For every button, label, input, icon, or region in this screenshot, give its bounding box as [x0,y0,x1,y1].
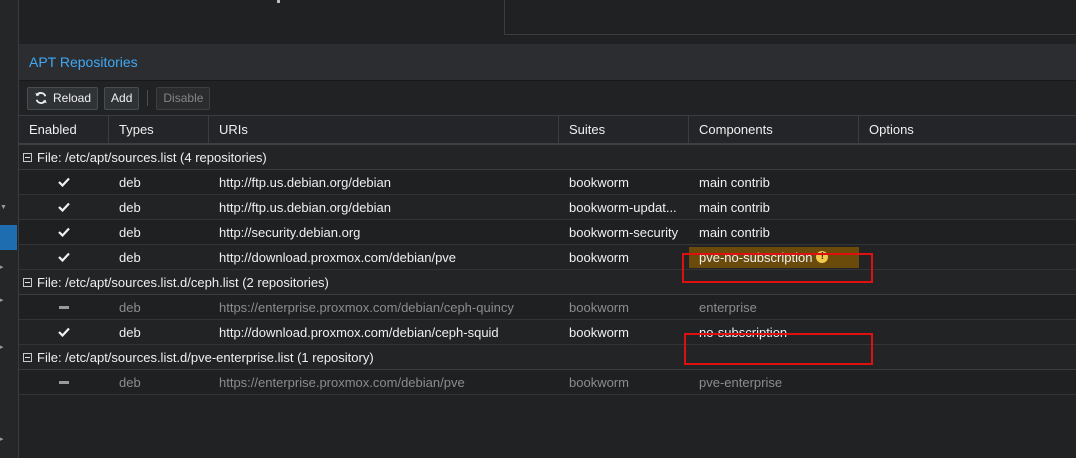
components-warning: pve-no-subscription! [689,246,859,268]
grid-body: File: /etc/apt/sources.list (4 repositor… [19,145,1076,395]
group-header[interactable]: File: /etc/apt/sources.list.d/ceph.list … [19,270,1076,295]
cell-enabled[interactable] [19,170,109,194]
cell-type: deb [119,199,141,215]
table-row[interactable]: deb https://enterprise.proxmox.com/debian… [19,295,1076,320]
cell-components: pve-enterprise [699,374,783,390]
group-label: File: /etc/apt/sources.list (4 repositor… [37,149,267,165]
collapse-minus-icon[interactable] [23,152,32,162]
cell-enabled[interactable] [19,195,109,219]
toolbar: Reload Add Disable [19,81,1076,115]
group-header[interactable]: File: /etc/apt/sources.list.d/pve-enterp… [19,345,1076,370]
cell-components: enterprise [699,299,757,315]
check-icon [58,327,70,337]
column-header-components[interactable]: Components [689,116,859,143]
left-nav-strip: ▼ ▸ ▸ ▸ ▸ [0,0,19,458]
cell-options [859,170,1076,194]
column-header-uris[interactable]: URIs [209,116,559,143]
group-label: File: /etc/apt/sources.list.d/ceph.list … [37,274,329,290]
top-area [19,0,1076,44]
add-label: Add [111,91,133,105]
table-row[interactable]: deb https://enterprise.proxmox.com/debian… [19,370,1076,395]
cell-type: deb [119,299,141,315]
check-icon [58,177,70,187]
chevron-down-icon[interactable]: ▼ [0,204,7,211]
cell-suite: bookworm [569,174,629,190]
disable-button[interactable]: Disable [156,86,211,110]
toolbar-separator [147,90,149,106]
grid-header: Enabled Types URIs Suites Components Opt… [19,115,1076,145]
cell-components: pve-no-subscription! [689,245,859,269]
cell-uri: http://ftp.us.debian.org/debian [219,199,392,215]
group-label: File: /etc/apt/sources.list.d/pve-enterp… [37,349,374,365]
apt-repositories-panel: APT Repositories Reload Add Disable Enab… [19,44,1076,458]
add-button[interactable]: Add [104,86,140,110]
cell-components: main contrib [699,174,770,190]
check-icon [58,252,70,262]
group-header[interactable]: File: /etc/apt/sources.list (4 repositor… [19,145,1076,170]
check-icon [58,227,70,237]
cell-suite: bookworm [569,249,629,265]
collapse-minus-icon[interactable] [23,352,32,362]
components-value: pve-no-subscription [699,249,813,265]
nav-selected-item[interactable] [0,225,17,250]
cell-options [859,370,1076,394]
cell-suite: bookworm [569,324,629,340]
chevron-icon[interactable]: ▸ [0,344,5,351]
top-panel-box [504,0,1076,35]
cell-uri: http://download.proxmox.com/debian/ceph-… [219,324,499,340]
column-header-options[interactable]: Options [859,116,1076,143]
cell-type: deb [119,224,141,240]
reload-icon [35,92,47,104]
cell-uri: http://ftp.us.debian.org/debian [219,174,392,190]
table-row[interactable]: deb http://ftp.us.debian.org/debian bookwo… [19,170,1076,195]
dash-icon [59,305,69,309]
cell-options [859,320,1076,344]
table-row[interactable]: deb http://download.proxmox.com/debian/pv… [19,245,1076,270]
table-row[interactable]: deb http://security.debian.org bookworm-se… [19,220,1076,245]
cell-uri: http://security.debian.org [219,224,361,240]
cell-uri: http://download.proxmox.com/debian/pve [219,249,457,265]
column-header-suites[interactable]: Suites [559,116,689,143]
cell-options [859,295,1076,319]
cell-suite: bookworm-security [569,224,679,240]
cell-enabled[interactable] [19,370,109,394]
disable-label: Disable [163,91,204,105]
check-icon [58,202,70,212]
column-header-enabled[interactable]: Enabled [19,116,109,143]
panel-title: APT Repositories [29,54,138,70]
chevron-icon[interactable]: ▸ [0,264,5,271]
table-row[interactable]: deb http://download.proxmox.com/debian/ce… [19,320,1076,345]
cell-type: deb [119,374,141,390]
collapse-minus-icon[interactable] [23,277,32,287]
cell-enabled[interactable] [19,295,109,319]
cell-enabled[interactable] [19,220,109,244]
cell-enabled[interactable] [19,320,109,344]
cell-suite: bookworm-updat... [569,199,677,215]
cell-uri: https://enterprise.proxmox.com/debian/ce… [219,299,514,315]
cell-type: deb [119,249,141,265]
cell-type: deb [119,174,141,190]
warning-icon[interactable]: ! [816,251,829,263]
cell-suite: bookworm [569,299,629,315]
panel-header: APT Repositories [19,44,1076,81]
cell-suite: bookworm [569,374,629,390]
reload-label: Reload [53,91,92,105]
top-indicator [277,0,280,3]
cell-options [859,220,1076,244]
reload-button[interactable]: Reload [27,86,99,110]
cell-uri: https://enterprise.proxmox.com/debian/pv… [219,374,465,390]
cell-components: no-subscription [699,324,788,340]
column-header-types[interactable]: Types [109,116,209,143]
cell-components: main contrib [699,224,770,240]
cell-options [859,245,1076,269]
cell-options [859,195,1076,219]
cell-enabled[interactable] [19,245,109,269]
cell-components: main contrib [699,199,770,215]
chevron-icon[interactable]: ▸ [0,297,5,304]
table-row[interactable]: deb http://ftp.us.debian.org/debian bookwo… [19,195,1076,220]
cell-type: deb [119,324,141,340]
chevron-icon[interactable]: ▸ [0,436,5,443]
dash-icon [59,380,69,384]
